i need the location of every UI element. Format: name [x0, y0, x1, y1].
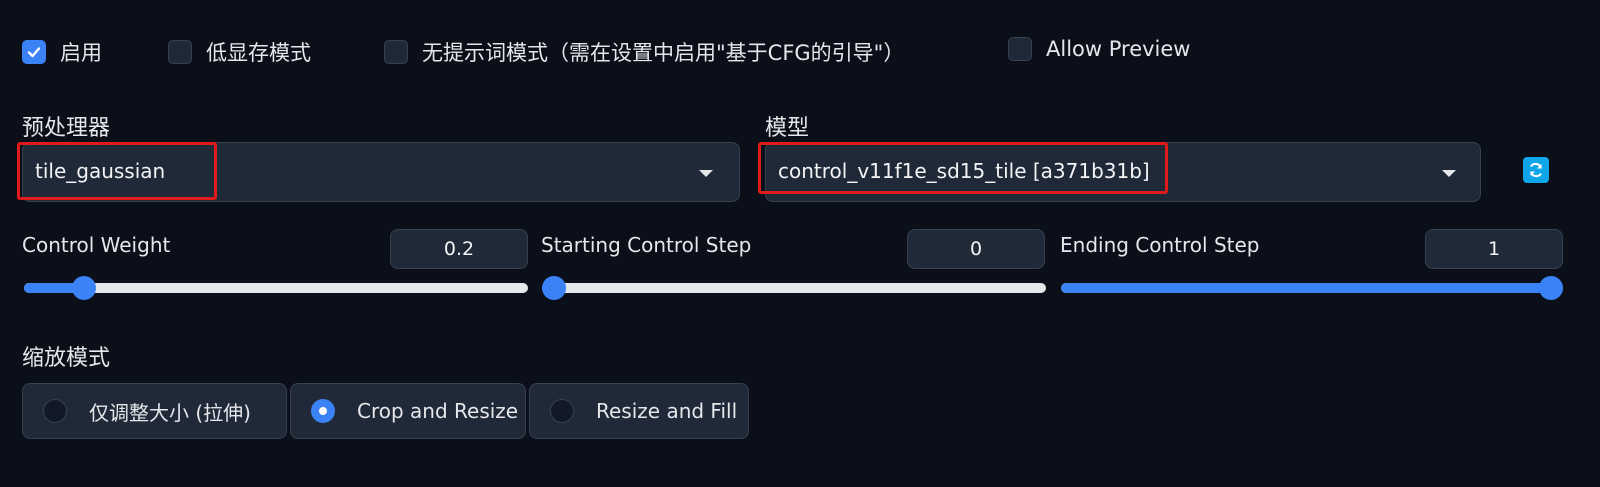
- checkbox-allow-preview[interactable]: Allow Preview: [1008, 37, 1190, 61]
- ending-step-label: Ending Control Step: [1060, 233, 1260, 257]
- starting-step-thumb[interactable]: [542, 276, 566, 300]
- preprocessor-label: 预处理器: [22, 116, 111, 141]
- radio-just-resize-dot[interactable]: [43, 399, 67, 423]
- chevron-down-icon: [1442, 170, 1456, 177]
- radio-crop-and-resize-label: Crop and Resize: [357, 399, 519, 423]
- refresh-models-button[interactable]: [1523, 157, 1549, 183]
- checkbox-enable-label: 启用: [60, 41, 102, 65]
- control-weight-thumb[interactable]: [72, 276, 96, 300]
- checkbox-guess-mode-box[interactable]: [384, 40, 408, 64]
- model-highlight-box: [758, 142, 1168, 194]
- radio-resize-and-fill[interactable]: Resize and Fill: [529, 383, 749, 439]
- checkbox-allow-preview-box[interactable]: [1008, 37, 1032, 61]
- resize-mode-label: 缩放模式: [22, 346, 111, 371]
- checkbox-low-vram-box[interactable]: [168, 40, 192, 64]
- model-label: 模型: [765, 116, 810, 141]
- control-weight-input[interactable]: 0.2: [390, 229, 528, 269]
- starting-step-slider[interactable]: [542, 276, 1046, 300]
- radio-resize-and-fill-dot[interactable]: [550, 399, 574, 423]
- control-weight-label: Control Weight: [22, 233, 171, 257]
- radio-resize-and-fill-label: Resize and Fill: [596, 399, 738, 423]
- checkbox-allow-preview-label: Allow Preview: [1046, 37, 1191, 61]
- control-weight-slider[interactable]: [24, 276, 528, 300]
- radio-just-resize-label: 仅调整大小 (拉伸): [89, 400, 251, 425]
- checkbox-enable[interactable]: 启用: [22, 37, 102, 67]
- ending-step-fill: [1061, 283, 1551, 293]
- starting-step-label: Starting Control Step: [541, 233, 752, 257]
- radio-crop-and-resize[interactable]: Crop and Resize: [290, 383, 526, 439]
- check-icon: [27, 47, 41, 58]
- ending-step-slider[interactable]: [1061, 276, 1563, 300]
- chevron-down-icon: [699, 170, 713, 177]
- radio-just-resize[interactable]: 仅调整大小 (拉伸): [22, 383, 287, 439]
- preprocessor-highlight-box: [17, 142, 217, 200]
- checkbox-enable-box[interactable]: [22, 40, 46, 64]
- radio-crop-and-resize-dot[interactable]: [311, 399, 335, 423]
- checkbox-low-vram[interactable]: 低显存模式: [168, 37, 311, 67]
- ending-step-thumb[interactable]: [1539, 276, 1563, 300]
- ending-step-input[interactable]: 1: [1425, 229, 1563, 269]
- checkbox-low-vram-label: 低显存模式: [206, 41, 311, 65]
- checkbox-guess-mode-label: 无提示词模式（需在设置中启用"基于CFG的引导"）: [422, 41, 905, 65]
- starting-step-input[interactable]: 0: [907, 229, 1045, 269]
- refresh-icon: [1530, 162, 1542, 178]
- checkbox-guess-mode[interactable]: 无提示词模式（需在设置中启用"基于CFG的引导"）: [384, 37, 904, 67]
